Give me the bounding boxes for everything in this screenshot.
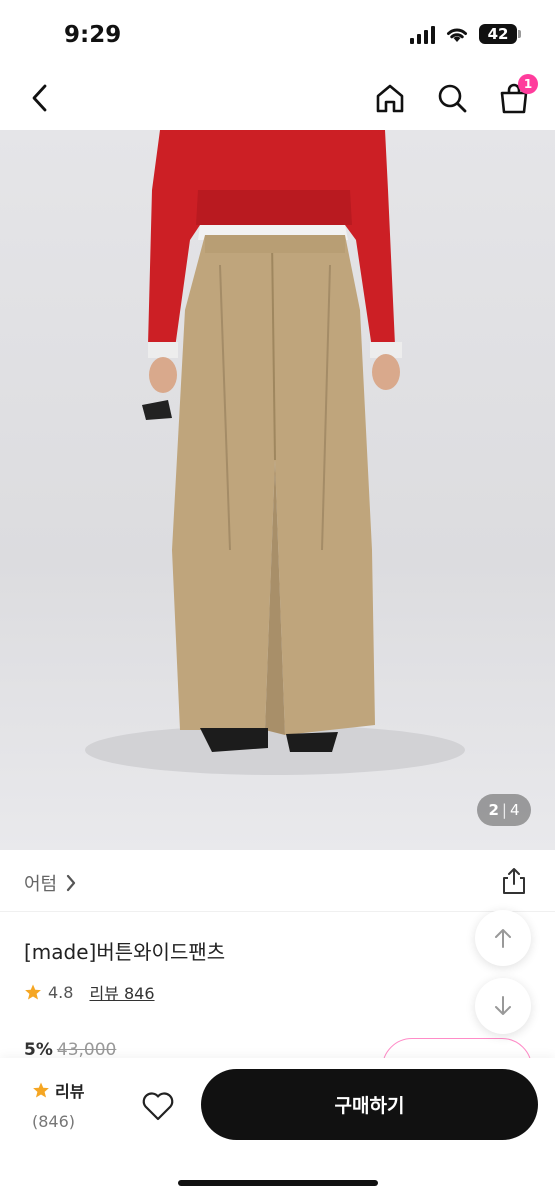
- rating-row: 4.8 리뷰 846: [24, 980, 155, 1004]
- battery-indicator: 42: [479, 24, 521, 44]
- image-counter-separator: |: [501, 801, 507, 819]
- wishlist-button[interactable]: [136, 1084, 180, 1128]
- price-row: 5% 43,000: [24, 1040, 116, 1060]
- brand-link[interactable]: 어텀: [24, 870, 77, 896]
- discount-rate: 5%: [24, 1040, 53, 1060]
- home-button[interactable]: [370, 78, 410, 118]
- share-icon: [503, 868, 525, 894]
- review-link[interactable]: 리뷰 846: [89, 980, 154, 1004]
- chevron-right-icon: [67, 874, 76, 892]
- original-price: 43,000: [56, 1040, 117, 1060]
- product-name: [made]버튼와이드팬츠: [24, 940, 226, 964]
- image-current: 2: [488, 801, 499, 819]
- wifi-icon: [447, 28, 467, 42]
- heart-icon: [142, 1092, 174, 1121]
- back-button[interactable]: [20, 78, 60, 118]
- chevron-left-icon: [32, 84, 47, 112]
- image-counter: 2 | 4: [477, 794, 531, 826]
- review-summary-label: 리뷰: [55, 1082, 85, 1101]
- star-icon: [33, 1082, 49, 1098]
- arrow-down-icon: [495, 996, 511, 1015]
- image-total: 4: [509, 801, 520, 819]
- brand-name: 어텀: [24, 874, 58, 895]
- home-icon: [376, 84, 404, 113]
- arrow-up-icon: [495, 929, 511, 948]
- status-icons: 42: [410, 24, 521, 44]
- review-summary-count: (846): [32, 1112, 76, 1131]
- rating-value: 4.8: [48, 982, 74, 1002]
- home-indicator: [178, 1180, 378, 1186]
- star-icon: [25, 984, 41, 1000]
- scroll-bottom-button[interactable]: [475, 978, 531, 1034]
- status-bar: 9:29 42: [0, 0, 555, 66]
- review-summary-top: 리뷰: [32, 1078, 112, 1102]
- bottom-action-bar: 리뷰 (846) 구매하기: [0, 1058, 555, 1200]
- search-button[interactable]: [432, 78, 472, 118]
- scroll-top-button[interactable]: [475, 910, 531, 966]
- top-nav: 1: [0, 66, 555, 130]
- share-button[interactable]: [499, 866, 529, 896]
- status-time: 9:29: [64, 22, 122, 48]
- review-summary[interactable]: 리뷰 (846): [32, 1078, 112, 1131]
- brand-row: 어텀: [0, 850, 555, 912]
- product-image[interactable]: 2 | 4: [0, 130, 555, 850]
- cart-button[interactable]: 1: [494, 74, 538, 118]
- search-icon: [438, 84, 467, 113]
- signal-icon: [410, 24, 435, 44]
- buy-button[interactable]: 구매하기: [201, 1069, 538, 1140]
- cart-count-badge: 1: [518, 74, 538, 94]
- product-photo: [85, 130, 465, 775]
